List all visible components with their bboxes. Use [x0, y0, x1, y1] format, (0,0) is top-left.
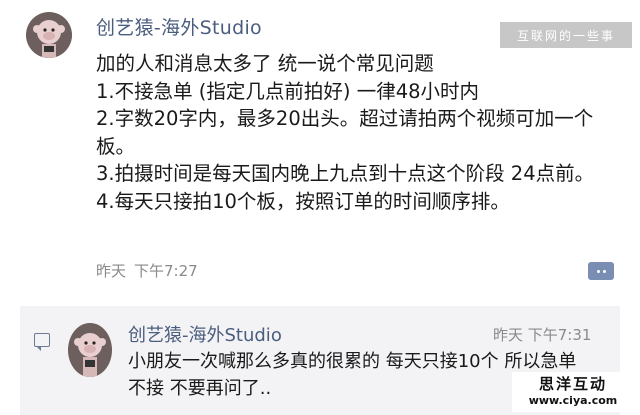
post-time: 下午7:27 [134, 262, 198, 280]
comment-icon [34, 333, 50, 351]
post-content: 加的人和消息太多了 统一说个常见问题 1.不接急单 (指定几点前拍好) 一律48… [96, 50, 626, 215]
dot-icon [596, 269, 600, 273]
post-line: 加的人和消息太多了 统一说个常见问题 [96, 52, 434, 75]
monkey-avatar-icon [26, 12, 72, 58]
post-author-name[interactable]: 创艺猿-海外Studio [96, 13, 262, 40]
watermark-top: 互联网的一些事 [500, 22, 632, 48]
comment-avatar[interactable] [68, 323, 112, 377]
comment-action-button[interactable] [588, 262, 614, 280]
comment-author-name[interactable]: 创艺猿-海外Studio [128, 321, 282, 347]
avatar[interactable] [26, 12, 72, 58]
comment-text: 小朋友一次喊那么多真的很累的 每天只接10个 所以急单不接 不要再问了.. [128, 351, 577, 399]
post-line: 4.每天只接拍10个板，按照订单的时间顺序排。 [96, 189, 510, 213]
post-line: 2.字数20字内，最多20出头。超过请拍两个视频可加一个板。 [96, 107, 594, 158]
watermark-bottom: 思洋互动 www.ciya.com [512, 372, 634, 412]
watermark-bottom-url: www.ciya.com [528, 394, 618, 407]
post-line: 1.不接急单 (指定几点前拍好) 一律48小时内 [96, 79, 480, 103]
dot-icon [602, 269, 606, 273]
post-day: 昨天 [96, 262, 127, 280]
post-timestamp: 昨天 下午7:27 [96, 260, 198, 281]
post-line: 3.拍摄时间是每天国内晚上九点到十点这个阶段 24点前。 [96, 162, 595, 185]
monkey-avatar-icon [68, 323, 112, 377]
watermark-bottom-name: 思洋互动 [538, 375, 607, 393]
comment-timestamp: 昨天 下午7:31 [493, 326, 592, 344]
